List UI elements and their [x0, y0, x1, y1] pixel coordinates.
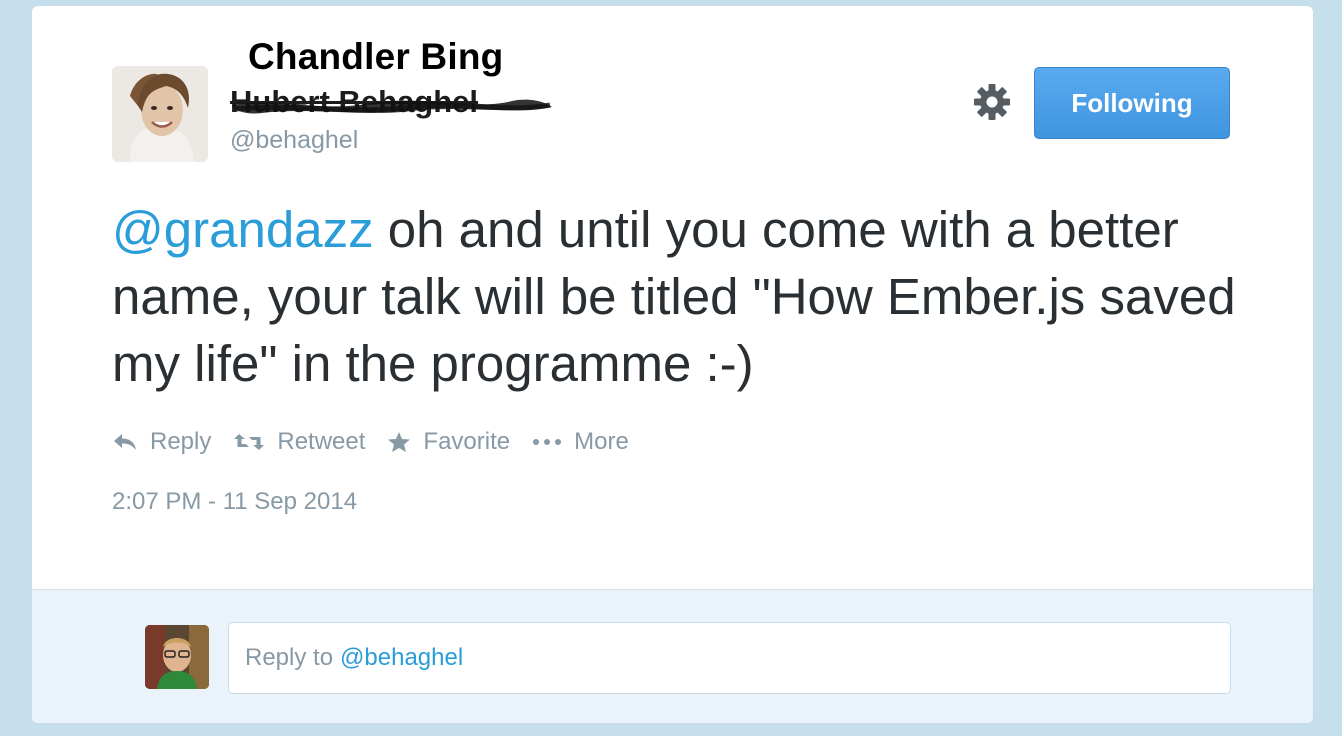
- tweet-actions: Reply Retweet Favorite More: [112, 426, 651, 458]
- author-handle[interactable]: @behaghel: [230, 126, 358, 155]
- following-button[interactable]: Following: [1034, 67, 1230, 139]
- favorite-action[interactable]: Favorite: [387, 428, 510, 456]
- tweet-text: @grandazz oh and until you come with a b…: [112, 196, 1242, 397]
- retweet-icon: [234, 434, 265, 450]
- tweet-mention-link[interactable]: @grandazz: [112, 201, 374, 258]
- tweet-card: Chandler Bing Hubert Behaghel @behaghel …: [31, 5, 1314, 724]
- more-action[interactable]: More: [532, 428, 629, 456]
- reply-area: Reply to @behaghel: [32, 589, 1313, 723]
- more-label: More: [574, 428, 629, 455]
- reply-label: Reply: [150, 428, 212, 455]
- star-icon: [388, 432, 411, 452]
- reply-placeholder-mention: @behaghel: [340, 644, 464, 671]
- favorite-label: Favorite: [423, 428, 511, 455]
- overlay-name: Chandler Bing: [248, 36, 504, 77]
- reply-icon: [114, 434, 136, 450]
- tweet-permalink: Chandler Bing Hubert Behaghel @behaghel …: [32, 6, 1313, 589]
- name-redaction-scribble: [232, 99, 552, 114]
- gear-icon[interactable]: [972, 82, 1012, 122]
- retweet-label: Retweet: [277, 428, 366, 455]
- reply-input[interactable]: Reply to @behaghel: [228, 622, 1231, 694]
- current-user-avatar: [145, 625, 209, 689]
- reply-placeholder-prefix: Reply to: [245, 644, 334, 671]
- tweet-timestamp[interactable]: 2:07 PM - 11 Sep 2014: [112, 488, 357, 516]
- retweet-action[interactable]: Retweet: [233, 428, 365, 456]
- ellipsis-icon: [533, 439, 562, 445]
- author-avatar[interactable]: [112, 66, 208, 162]
- reply-action[interactable]: Reply: [112, 428, 211, 456]
